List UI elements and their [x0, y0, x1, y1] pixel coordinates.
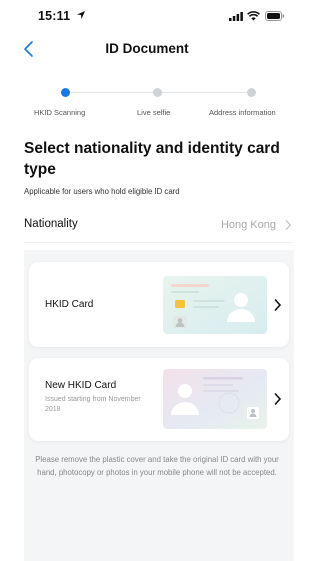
chevron-right-icon — [274, 298, 282, 312]
card-subtitle: Issued starting from November 2018 — [45, 396, 141, 413]
step-label-live-selfie: Live selfie — [137, 108, 171, 117]
card-title: HKID Card — [45, 299, 94, 310]
chevron-right-icon — [274, 392, 282, 406]
new-hkid-card-illustration — [163, 369, 267, 429]
status-time: 15:11 — [38, 9, 71, 23]
step-label-hkid-scanning: HKID Scanning — [34, 108, 86, 117]
card-title: New HKID Card — [45, 380, 117, 391]
step-dot-hkid-scanning — [61, 88, 70, 97]
location-arrow-icon — [77, 11, 85, 19]
new-hkid-card-option[interactable]: New HKID Card Issued starting from Novem… — [29, 358, 289, 441]
hkid-card-illustration — [163, 276, 267, 334]
wifi-icon — [247, 11, 260, 21]
nationality-label: Nationality — [24, 218, 78, 230]
status-bar: 15:11 — [0, 0, 294, 34]
step-connector — [71, 92, 153, 93]
progress-steps: HKID Scanning Live selfie Address inform… — [0, 84, 294, 124]
battery-icon — [265, 11, 285, 21]
instruction-footnote: Please remove the plastic cover and take… — [35, 455, 279, 477]
signal-icon — [229, 12, 243, 21]
step-dot-live-selfie — [153, 88, 162, 97]
section-subtext: Applicable for users who hold eligible I… — [24, 187, 180, 196]
section-heading: Select nationality and identity card typ… — [24, 140, 280, 178]
hkid-card-option[interactable]: HKID Card — [29, 262, 289, 347]
chevron-right-icon — [285, 220, 292, 230]
page-title: ID Document — [105, 41, 189, 56]
step-label-address-information: Address information — [209, 108, 276, 117]
nationality-value: Hong Kong — [220, 219, 276, 231]
nationality-selector[interactable]: Nationality Hong Kong — [24, 208, 292, 243]
step-connector — [162, 92, 247, 93]
step-dot-address-information — [247, 88, 256, 97]
nav-bar: ID Document — [0, 34, 294, 64]
